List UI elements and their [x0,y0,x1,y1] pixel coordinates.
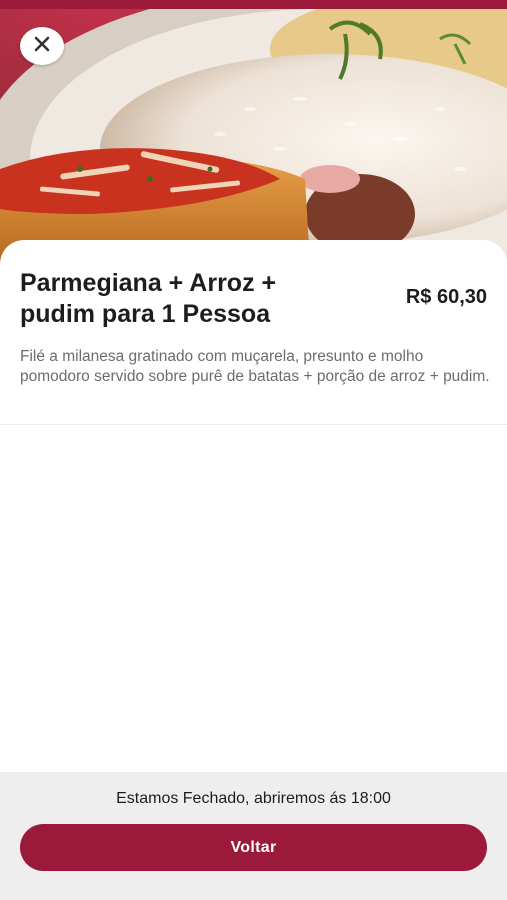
store-closed-status: Estamos Fechado, abriremos ás 18:00 [116,790,391,807]
back-button[interactable]: Voltar [20,824,487,871]
product-price: R$ 60,30 [405,286,487,308]
product-description: Filé a milanesa gratinado com muçarela, … [20,348,490,385]
product-title: Parmegiana + Arroz + pudim para 1 Pessoa [20,269,277,328]
product-details-sheet: Parmegiana + Arroz + pudim para 1 Pessoa… [0,240,507,772]
product-photo [0,9,507,264]
footer-bar: Estamos Fechado, abriremos ás 18:00 Volt… [0,772,507,900]
close-button[interactable] [20,27,64,65]
product-header: Parmegiana + Arroz + pudim para 1 Pessoa… [20,268,487,330]
divider [0,424,507,425]
close-icon [33,35,51,58]
top-accent-bar [0,0,507,9]
